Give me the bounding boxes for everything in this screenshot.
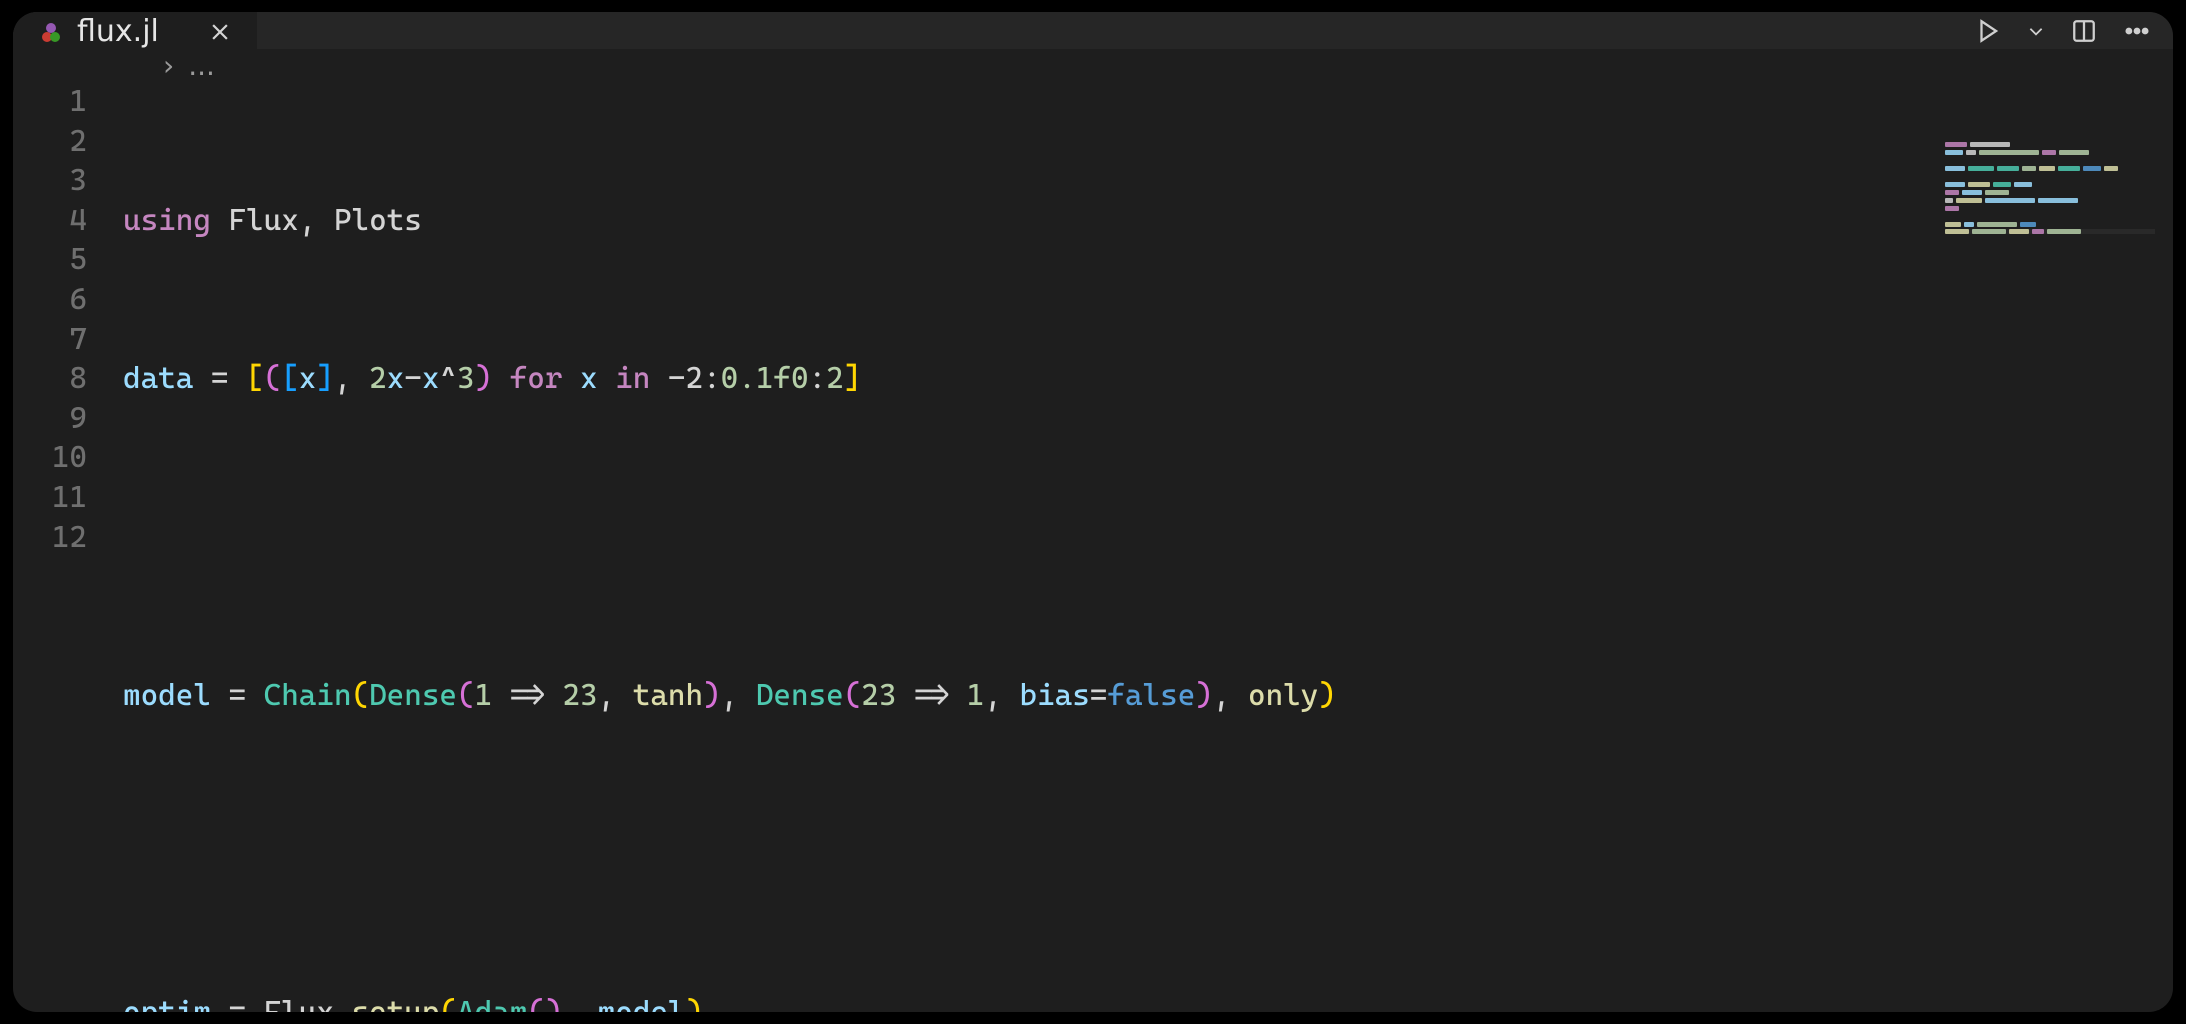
line-number: 6 (13, 280, 87, 320)
line-number: 11 (13, 478, 87, 518)
code-line: optim = Flux.setup(Adam(), model) (123, 993, 2173, 1012)
code-line (123, 518, 2173, 558)
line-number: 10 (13, 438, 87, 478)
line-number: 8 (13, 359, 87, 399)
line-number: 3 (13, 161, 87, 201)
line-number: 9 (13, 399, 87, 439)
editor-title-actions (1975, 12, 2151, 49)
split-editor-icon[interactable] (2071, 18, 2097, 44)
line-number: 7 (13, 320, 87, 360)
line-number: 2 (13, 122, 87, 162)
more-icon[interactable] (2123, 18, 2151, 44)
code-editor[interactable]: 1 2 3 4 5 6 7 8 9 10 11 12 using Flux, P… (13, 82, 2173, 1012)
editor-window: flux.jl › ... 1 (13, 12, 2173, 1012)
line-number: 12 (13, 518, 87, 558)
close-icon[interactable] (209, 21, 231, 43)
tab-bar: flux.jl (13, 12, 2173, 49)
line-number: 4 (13, 201, 87, 241)
chevron-down-icon[interactable] (2027, 22, 2045, 40)
code-line: model = Chain(Dense(1 => 23, tanh), Dens… (123, 676, 2173, 716)
code-line: data = [([x], 2x-x^3) for x in -2:0.1f0:… (123, 359, 2173, 399)
line-number: 1 (13, 82, 87, 122)
code-line: using Flux, Plots (123, 201, 2173, 241)
breadcrumb-trail: ... (188, 49, 215, 82)
run-icon[interactable] (1975, 18, 2001, 44)
code-line (123, 834, 2173, 874)
line-number: 5 (13, 240, 87, 280)
julia-icon (39, 20, 63, 44)
line-number-gutter: 1 2 3 4 5 6 7 8 9 10 11 12 (13, 82, 123, 1012)
chevron-right-icon: › (163, 49, 174, 82)
breadcrumb[interactable]: › ... (13, 49, 2173, 82)
tab-flux.jl[interactable]: flux.jl (13, 12, 257, 49)
code-content[interactable]: using Flux, Plots data = [([x], 2x-x^3) … (123, 82, 2173, 1012)
tab-filename: flux.jl (77, 14, 159, 49)
